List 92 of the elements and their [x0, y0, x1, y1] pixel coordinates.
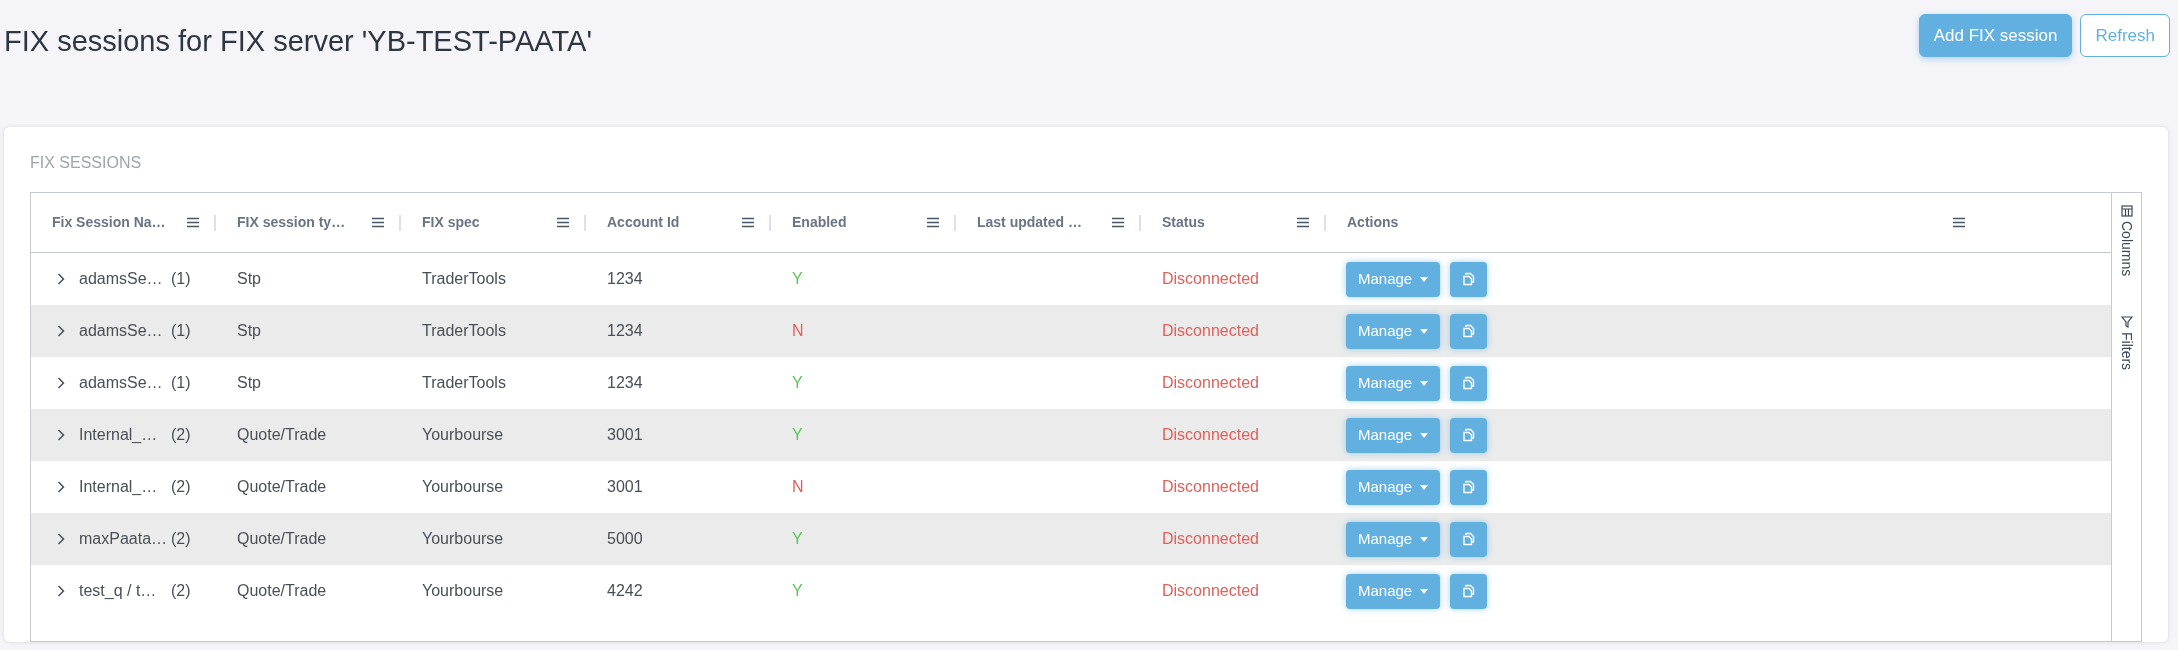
caret-icon — [1420, 432, 1429, 438]
copy-icon — [1461, 480, 1476, 494]
fix-spec: Yourbourse — [422, 581, 504, 601]
column-header[interactable]: Account Id — [607, 212, 680, 233]
group-count: (2) — [171, 477, 191, 497]
filter-icon[interactable] — [2120, 316, 2133, 329]
connection-status: Disconnected — [1162, 373, 1259, 393]
group-count: (1) — [171, 321, 191, 341]
caret-icon — [1420, 276, 1429, 282]
connection-status: Disconnected — [1162, 477, 1259, 497]
fix-spec: Yourbourse — [422, 529, 504, 549]
connection-status: Disconnected — [1162, 425, 1259, 445]
column-menu-icon[interactable] — [186, 217, 200, 228]
expand-chevron-icon[interactable] — [57, 481, 65, 493]
enabled-value: Y — [792, 269, 803, 289]
side-panel-tab[interactable]: Filters — [2116, 332, 2137, 371]
copy-icon — [1461, 272, 1476, 286]
enabled-value: Y — [792, 425, 803, 445]
caret-icon — [1420, 328, 1429, 334]
copy-icon — [1461, 584, 1476, 598]
column-menu-icon[interactable] — [1296, 217, 1310, 228]
account-id: 1234 — [607, 321, 643, 341]
copy-icon — [1461, 324, 1476, 338]
expand-chevron-icon[interactable] — [57, 585, 65, 597]
fix-spec: TraderTools — [422, 269, 506, 289]
account-id: 4242 — [607, 581, 643, 601]
fix-spec: TraderTools — [422, 321, 506, 341]
enabled-value: Y — [792, 581, 803, 601]
session-name: adamsSe… — [79, 321, 164, 341]
column-menu-icon[interactable] — [556, 217, 570, 228]
group-count: (1) — [171, 269, 191, 289]
account-id: 3001 — [607, 477, 643, 497]
session-type: Quote/Trade — [237, 529, 327, 549]
session-type: Quote/Trade — [237, 425, 327, 445]
column-header[interactable]: Fix Session Na… — [52, 212, 166, 233]
session-name: Internal_… — [79, 477, 159, 497]
fix-spec: Yourbourse — [422, 477, 504, 497]
column-menu-icon[interactable] — [926, 217, 940, 228]
page-title: FIX sessions for FIX server 'YB-TEST-PAATA' — [4, 24, 592, 59]
section-title: FIX SESSIONS — [30, 153, 142, 173]
account-id: 1234 — [607, 373, 643, 393]
session-type: Quote/Trade — [237, 581, 327, 601]
caret-icon — [1420, 536, 1429, 542]
column-header[interactable]: FIX spec — [422, 212, 480, 233]
session-name: test_q / t… — [79, 581, 158, 601]
account-id: 3001 — [607, 425, 643, 445]
caret-icon — [1420, 484, 1429, 490]
column-header[interactable]: Last updated … — [977, 212, 1082, 233]
column-menu-icon[interactable] — [741, 217, 755, 228]
connection-status: Disconnected — [1162, 269, 1259, 289]
column-menu-icon[interactable] — [371, 217, 385, 228]
expand-chevron-icon[interactable] — [57, 533, 65, 545]
enabled-value: Y — [792, 373, 803, 393]
column-header[interactable]: FIX session ty… — [237, 212, 346, 233]
fix-spec: TraderTools — [422, 373, 506, 393]
group-count: (2) — [171, 425, 191, 445]
account-id: 1234 — [607, 269, 643, 289]
session-name: maxPaata… — [79, 529, 169, 549]
enabled-value: N — [792, 321, 804, 341]
caret-icon — [1420, 588, 1429, 594]
column-menu-icon[interactable] — [1111, 217, 1125, 228]
side-panel-tab[interactable]: Columns — [2116, 221, 2137, 277]
session-name: Internal_… — [79, 425, 159, 445]
session-type: Quote/Trade — [237, 477, 327, 497]
connection-status: Disconnected — [1162, 581, 1259, 601]
session-type: Stp — [237, 373, 261, 393]
session-name: adamsSe… — [79, 373, 164, 393]
enabled-value: N — [792, 477, 804, 497]
column-menu-icon[interactable] — [1952, 217, 1966, 228]
copy-icon — [1461, 428, 1476, 442]
account-id: 5000 — [607, 529, 643, 549]
fix-spec: Yourbourse — [422, 425, 504, 445]
column-header[interactable]: Actions — [1347, 212, 1399, 233]
column-header[interactable]: Status — [1162, 212, 1205, 233]
expand-chevron-icon[interactable] — [57, 325, 65, 337]
copy-icon — [1461, 532, 1476, 546]
copy-icon — [1461, 376, 1476, 390]
connection-status: Disconnected — [1162, 321, 1259, 341]
expand-chevron-icon[interactable] — [57, 273, 65, 285]
columns-icon[interactable] — [2120, 205, 2133, 217]
column-header[interactable]: Enabled — [792, 212, 847, 233]
expand-chevron-icon[interactable] — [57, 429, 65, 441]
expand-chevron-icon[interactable] — [57, 377, 65, 389]
group-count: (2) — [171, 529, 191, 549]
connection-status: Disconnected — [1162, 529, 1259, 549]
session-type: Stp — [237, 321, 261, 341]
group-count: (1) — [171, 373, 191, 393]
session-name: adamsSe… — [79, 269, 164, 289]
enabled-value: Y — [792, 529, 803, 549]
session-type: Stp — [237, 269, 261, 289]
group-count: (2) — [171, 581, 191, 601]
caret-icon — [1420, 380, 1429, 386]
